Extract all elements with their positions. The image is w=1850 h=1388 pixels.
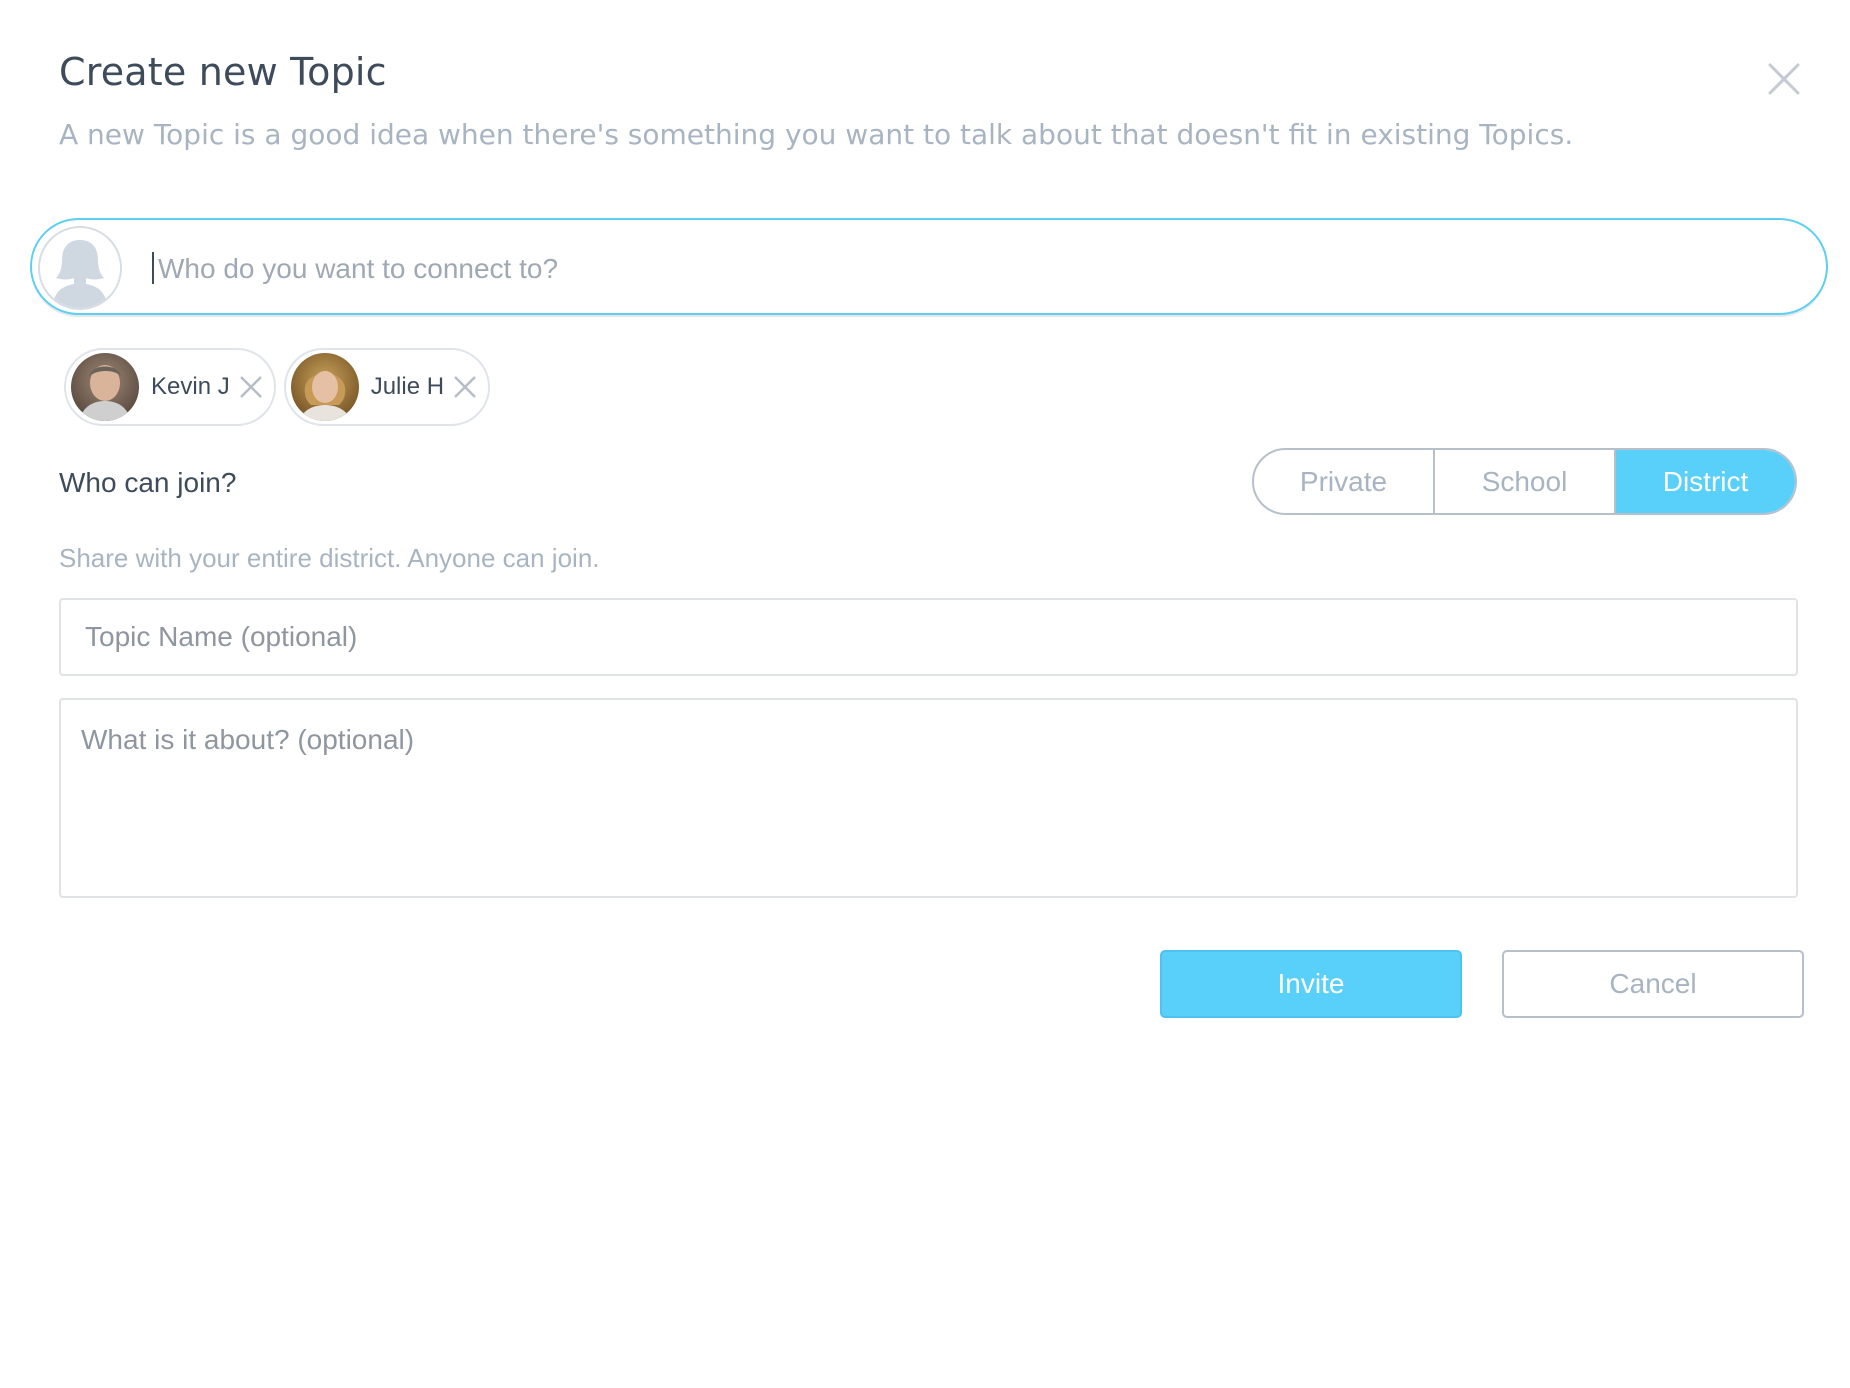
selected-people-list: Kevin J Julie H bbox=[64, 348, 491, 426]
text-caret bbox=[152, 252, 154, 284]
person-avatar bbox=[290, 353, 359, 421]
invite-button[interactable]: Invite bbox=[1160, 950, 1462, 1018]
connect-search-input[interactable] bbox=[156, 240, 1780, 298]
dialog-subtitle: A new Topic is a good idea when there's … bbox=[59, 118, 1574, 151]
person-name: Julie H bbox=[370, 373, 445, 400]
who-can-join-label: Who can join? bbox=[59, 467, 237, 498]
remove-person-icon[interactable] bbox=[238, 374, 264, 400]
person-avatar bbox=[71, 353, 139, 421]
person-chip: Julie H bbox=[283, 348, 491, 426]
cancel-button[interactable]: Cancel bbox=[1502, 950, 1804, 1018]
dialog-title: Create new Topic bbox=[59, 50, 387, 94]
visibility-option-school[interactable]: School bbox=[1433, 450, 1614, 513]
visibility-toggle: Private School District bbox=[1252, 448, 1797, 515]
close-icon[interactable] bbox=[1765, 60, 1803, 98]
connect-search-box[interactable] bbox=[30, 218, 1828, 315]
topic-name-input[interactable] bbox=[59, 598, 1798, 676]
person-chip: Kevin J bbox=[64, 348, 276, 426]
visibility-option-private[interactable]: Private bbox=[1254, 450, 1433, 513]
remove-person-icon[interactable] bbox=[452, 374, 478, 400]
default-user-avatar-icon bbox=[38, 226, 122, 310]
person-name: Kevin J bbox=[151, 373, 230, 400]
visibility-option-district[interactable]: District bbox=[1614, 450, 1795, 513]
topic-description-input[interactable] bbox=[59, 698, 1798, 898]
visibility-hint: Share with your entire district. Anyone … bbox=[59, 543, 600, 573]
